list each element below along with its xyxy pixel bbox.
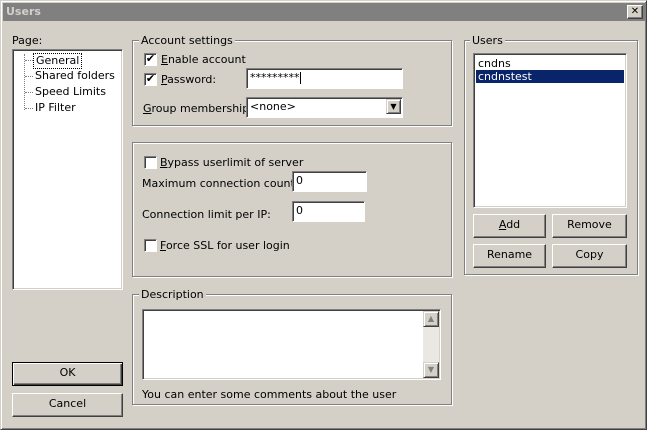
tree-connector	[25, 92, 33, 93]
connection-limit-ip-label: Connection limit per IP:	[142, 208, 271, 221]
page-tree[interactable]: General Shared folders Speed Limits IP F…	[12, 49, 123, 290]
remove-user-button[interactable]: Remove	[552, 214, 627, 238]
users-title: Users	[470, 34, 505, 47]
users-list[interactable]: cndns cndnstest	[473, 53, 627, 208]
tree-connector	[25, 76, 33, 77]
users-dialog: Users ✕ Page: General Shared folders Spe…	[0, 0, 647, 430]
password-label: Password:	[161, 73, 217, 86]
text-cursor	[299, 72, 301, 84]
max-connections-field[interactable]: 0	[292, 171, 367, 192]
copy-user-label: Copy	[575, 248, 604, 261]
tree-item-shared-folders[interactable]: Shared folders	[33, 69, 117, 83]
tree-connector	[25, 60, 33, 61]
password-value: *********	[250, 71, 300, 84]
check-icon: ✔	[145, 52, 156, 65]
add-user-button[interactable]: Add	[473, 214, 546, 238]
ok-button[interactable]: OK	[12, 362, 123, 386]
tree-item-ip-filter[interactable]: IP Filter	[33, 101, 78, 115]
close-icon[interactable]: ✕	[627, 5, 643, 19]
bypass-userlimit-label: Bypass userlimit of server	[160, 156, 304, 169]
page-label: Page:	[12, 34, 43, 47]
tree-connector	[24, 54, 25, 110]
enable-account-text: nable account	[167, 53, 246, 66]
add-user-label: dd	[506, 218, 521, 231]
bypass-userlimit-text: ypass userlimit of server	[167, 156, 304, 169]
description-textarea[interactable]: ▲ ▼	[142, 309, 441, 380]
description-scrollbar[interactable]: ▲ ▼	[423, 311, 439, 378]
description-title: Description	[139, 288, 206, 301]
description-hint: You can enter some comments about the us…	[142, 388, 397, 401]
tree-item-general[interactable]: General	[33, 53, 83, 69]
rename-user-button[interactable]: Rename	[473, 244, 546, 268]
scroll-up-icon[interactable]: ▲	[423, 311, 439, 327]
tree-item-speed-limits[interactable]: Speed Limits	[33, 85, 108, 99]
force-ssl-text: orce SSL for user login	[165, 239, 290, 252]
force-ssl-label: Force SSL for user login	[160, 239, 290, 252]
window-title: Users	[6, 5, 41, 18]
enable-account-label: Enable account	[161, 53, 246, 66]
tree-connector	[25, 108, 33, 109]
list-item[interactable]: cndns	[476, 57, 624, 70]
remove-user-label: Remove	[567, 218, 612, 231]
force-ssl-checkbox[interactable]	[144, 239, 157, 252]
max-connections-label: Maximum connection count:	[142, 177, 299, 190]
group-membership-text: roup membership:	[151, 102, 253, 115]
group-membership-value: <none>	[250, 100, 296, 113]
connection-limit-ip-field[interactable]: 0	[292, 201, 365, 222]
rename-user-label: Rename	[486, 248, 533, 261]
group-membership-label: Group membership:	[143, 102, 253, 115]
scroll-down-icon[interactable]: ▼	[423, 362, 439, 378]
check-icon: ✔	[145, 72, 156, 85]
title-bar[interactable]: Users ✕	[3, 3, 646, 21]
group-membership-select[interactable]: <none> ▼	[246, 97, 403, 118]
enable-account-checkbox[interactable]: ✔	[144, 53, 157, 66]
account-settings-title: Account settings	[139, 34, 235, 47]
bypass-userlimit-checkbox[interactable]	[144, 156, 157, 169]
password-checkbox[interactable]: ✔	[144, 73, 157, 86]
cancel-button[interactable]: Cancel	[12, 393, 123, 417]
password-text: assword:	[167, 73, 217, 86]
copy-user-button[interactable]: Copy	[552, 244, 627, 268]
chevron-down-icon[interactable]: ▼	[386, 99, 401, 114]
password-field[interactable]: *********	[246, 68, 403, 89]
list-item[interactable]: cndnstest	[476, 70, 624, 83]
